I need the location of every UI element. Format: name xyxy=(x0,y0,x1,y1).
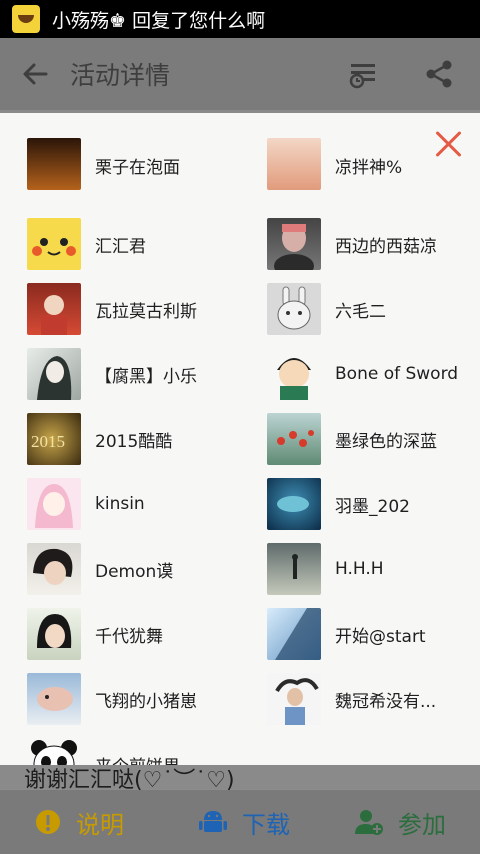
add-person-icon xyxy=(355,810,383,835)
member-name: Bone of Sword xyxy=(335,364,459,384)
bottom-action-bar: 说明 下载 参加 xyxy=(0,790,480,854)
page-title: 活动详情 xyxy=(70,61,171,90)
member-name: 栗子在泡面 xyxy=(95,157,180,178)
avatar xyxy=(27,738,81,765)
member-name: Demon谟 xyxy=(95,561,174,582)
avatar xyxy=(267,283,321,335)
list-item[interactable]: 凉拌神% xyxy=(267,138,403,205)
member-name: 西边的西菇凉 xyxy=(335,236,437,257)
explain-button[interactable]: 说明 xyxy=(34,805,124,840)
schedule-list-icon[interactable] xyxy=(348,59,378,89)
avatar xyxy=(27,348,81,400)
member-name: 凉拌神% xyxy=(335,157,403,178)
avatar xyxy=(267,413,321,465)
close-icon[interactable] xyxy=(434,130,462,158)
list-item[interactable]: 2015 2015酷酷 xyxy=(27,413,172,465)
list-item[interactable]: 开始@start xyxy=(267,608,426,660)
member-name: 汇汇君 xyxy=(95,236,146,257)
list-item[interactable]: 魏冠希没有... xyxy=(267,673,436,725)
back-arrow-icon[interactable] xyxy=(22,61,48,87)
member-name: 墨绿色的深蓝 xyxy=(335,431,437,452)
list-item[interactable]: 西边的西菇凉 xyxy=(267,218,437,270)
avatar xyxy=(27,138,81,190)
list-item[interactable]: 六毛二 xyxy=(267,283,386,335)
member-name: 羽墨_202 xyxy=(335,496,410,517)
list-item[interactable]: 羽墨_202 xyxy=(267,478,410,530)
avatar xyxy=(27,543,81,595)
avatar xyxy=(267,543,321,595)
list-item[interactable]: 汇汇君 xyxy=(27,218,146,270)
join-button[interactable]: 参加 xyxy=(354,805,446,840)
share-icon[interactable] xyxy=(424,59,454,89)
info-icon xyxy=(36,810,60,834)
list-item[interactable]: 来个煎饼果 xyxy=(27,738,180,765)
avatar xyxy=(267,138,321,190)
app-notification-icon xyxy=(12,5,40,33)
member-name: 六毛二 xyxy=(335,301,386,322)
list-item[interactable]: 墨绿色的深蓝 xyxy=(267,413,437,465)
list-item[interactable]: 【腐黑】小乐 xyxy=(27,348,197,400)
participants-dialog: 栗子在泡面 凉拌神% 汇汇君 西边的西菇凉 瓦拉莫古利斯 六毛二 【腐黑】小乐 xyxy=(0,113,480,765)
list-item[interactable]: Bone of Sword xyxy=(267,348,458,400)
join-label: 参加 xyxy=(398,810,446,839)
member-name: kinsin xyxy=(95,494,145,514)
avatar: 2015 xyxy=(27,413,81,465)
member-name: 开始@start xyxy=(335,626,426,647)
member-name: 千代犹舞 xyxy=(95,626,163,647)
list-item[interactable]: kinsin xyxy=(27,478,145,530)
avatar xyxy=(267,218,321,270)
list-item[interactable]: Demon谟 xyxy=(27,543,173,595)
avatar xyxy=(27,478,81,530)
android-icon xyxy=(199,811,227,832)
explain-label: 说明 xyxy=(76,810,124,839)
download-button[interactable]: 下载 xyxy=(198,805,290,840)
member-name: 飞翔的小猪崽 xyxy=(95,691,197,712)
notification-text: 小殇殇♚ 回复了您什么啊 xyxy=(52,9,266,32)
member-name: 瓦拉莫古利斯 xyxy=(95,301,197,322)
download-label: 下载 xyxy=(242,810,290,839)
list-item[interactable]: 栗子在泡面 xyxy=(27,138,180,205)
member-name: 【腐黑】小乐 xyxy=(95,366,197,387)
member-name: H.H.H xyxy=(335,559,384,579)
avatar xyxy=(27,283,81,335)
svg-text:2015: 2015 xyxy=(31,432,65,451)
avatar xyxy=(267,478,321,530)
member-name: 魏冠希没有... xyxy=(335,691,437,712)
avatar xyxy=(27,608,81,660)
notification-bar[interactable]: 小殇殇♚ 回复了您什么啊 xyxy=(0,0,480,38)
app-bar: 活动详情 xyxy=(0,38,480,110)
list-item[interactable]: 瓦拉莫古利斯 xyxy=(27,283,197,335)
member-name: 2015酷酷 xyxy=(95,431,173,452)
avatar xyxy=(267,608,321,660)
list-item[interactable]: H.H.H xyxy=(267,543,384,595)
avatar xyxy=(27,673,81,725)
list-item[interactable]: 飞翔的小猪崽 xyxy=(27,673,197,725)
avatar xyxy=(267,673,321,725)
avatar xyxy=(267,348,321,400)
avatar xyxy=(27,218,81,270)
list-item[interactable]: 千代犹舞 xyxy=(27,608,163,660)
